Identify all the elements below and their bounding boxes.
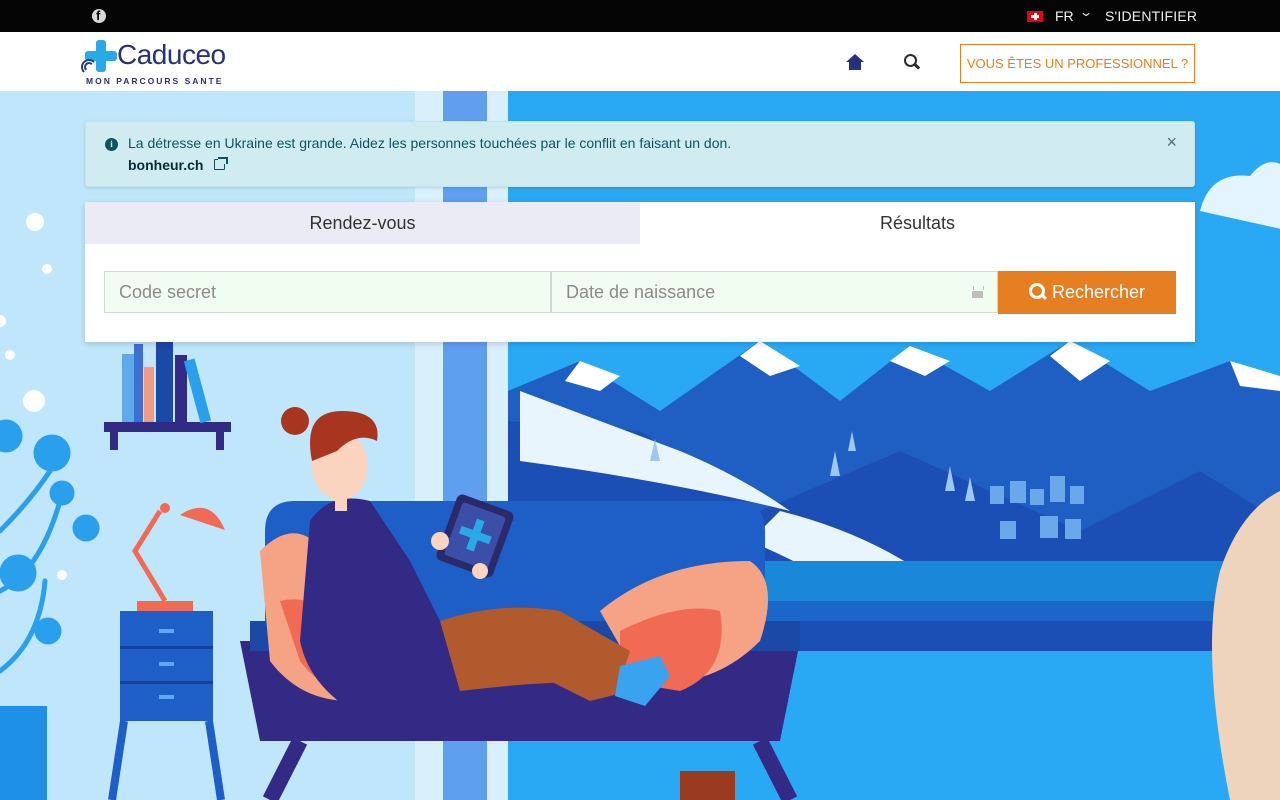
search-button-label: Rechercher [1051,282,1146,302]
living-room-scene [0,91,1280,800]
chevron-down-icon[interactable]: ⌄ [1079,5,1093,19]
facebook-icon[interactable]: f [92,8,106,23]
top-bar: f FR ⌄ S'IDENTIFIER [0,0,1280,32]
ukraine-donation-alert: i La détresse en Ukraine est grande. Aid… [85,121,1195,187]
home-icon[interactable] [846,54,864,71]
birthday-cake-icon [972,286,984,298]
professional-button[interactable]: VOUS ÊTES UN PROFESSIONNEL ? [960,44,1195,83]
logo-tagline: MON PARCOURS SANTE [86,76,224,86]
language-selector[interactable]: FR [1055,8,1074,24]
donation-link[interactable]: bonheur.ch [128,157,203,173]
logo-name[interactable]: Caduceo [117,39,226,71]
tab-resultats[interactable]: Résultats [640,202,1195,244]
search-icon[interactable] [904,54,920,70]
logo-signal-icon [81,58,98,75]
search-button[interactable]: Rechercher [998,271,1176,314]
close-icon[interactable]: × [1166,132,1177,153]
alert-message: La détresse en Ukraine est grande. Aidez… [128,135,732,151]
swiss-flag-icon [1027,11,1043,22]
external-link-icon[interactable] [214,157,228,170]
tab-rendez-vous[interactable]: Rendez-vous [85,202,640,244]
birthdate-input[interactable]: Date de naissance [551,271,998,313]
search-card: Rendez-vous Résultats Code secret Date d… [85,202,1195,342]
info-icon: i [105,138,118,151]
login-link[interactable]: S'IDENTIFIER [1105,8,1197,24]
secret-code-input[interactable]: Code secret [104,271,551,313]
hero-illustration [0,91,1280,800]
search-icon [1028,283,1046,300]
site-header: Caduceo MON PARCOURS SANTE VOUS ÊTES UN … [0,32,1280,91]
